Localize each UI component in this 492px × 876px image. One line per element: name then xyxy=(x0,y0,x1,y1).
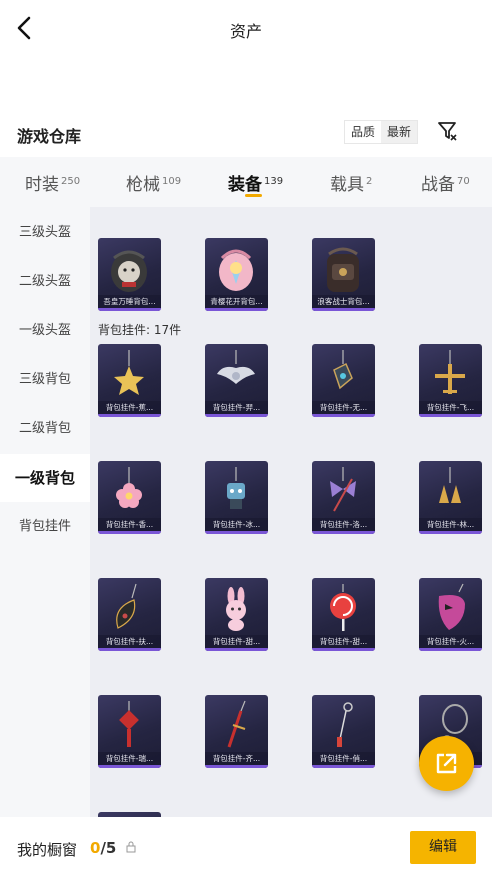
pendant-card[interactable]: 背包挂件-林... xyxy=(419,461,482,534)
tab-supplies[interactable]: 战备 70 xyxy=(421,170,470,195)
item-label: 背包挂件-齐... xyxy=(205,752,268,765)
filter-icon xyxy=(438,122,457,141)
item-label: 背包挂件-冰... xyxy=(205,518,268,531)
pendant-card[interactable]: 背包挂件-瑞... xyxy=(98,695,161,768)
tab-label: 装备 xyxy=(228,175,262,195)
pendant-card[interactable]: 背包挂件-羿... xyxy=(205,344,268,417)
bunny-pendant-icon xyxy=(205,578,268,636)
pendant-card[interactable]: 背包挂件-香... xyxy=(98,461,161,534)
sakura-backpack-icon xyxy=(205,238,268,296)
tab-count: 2 xyxy=(366,176,373,187)
sidebar-item-pendants[interactable]: 背包挂件 xyxy=(0,503,90,551)
tassel-pendant-icon xyxy=(312,695,375,753)
sidebar-item-backpack-1[interactable]: 一级背包 xyxy=(0,454,90,502)
pendant-card[interactable]: 背包挂件-蕉... xyxy=(98,344,161,417)
page-title: 资产 xyxy=(229,22,262,41)
sidebar: 三级头盔 二级头盔 一级头盔 三级背包 二级背包 一级背包 背包挂件 xyxy=(0,207,90,817)
backpack-card[interactable]: 浪客战士背包... xyxy=(312,238,375,311)
item-label: 背包挂件-林... xyxy=(419,518,482,531)
external-link-icon xyxy=(436,753,457,774)
item-label: 背包挂件-火... xyxy=(419,635,482,648)
pendant-card[interactable]: 背包挂件-火... xyxy=(419,578,482,651)
tab-count: 250 xyxy=(61,176,81,187)
category-tabs: 时装 250 枪械 109 装备 139 载具 2 战备 70 xyxy=(0,157,492,207)
tab-label: 时装 xyxy=(25,175,59,195)
item-label: 背包挂件-甜... xyxy=(312,635,375,648)
item-label: 背包挂件-洛... xyxy=(312,518,375,531)
warehouse-title: 游戏仓库 xyxy=(17,127,82,146)
lock-icon xyxy=(126,841,136,853)
tab-weapons[interactable]: 枪械 109 xyxy=(126,170,181,195)
bottom-bar: 我的橱窗 0/5 编辑 xyxy=(0,817,492,876)
pendant-card[interactable]: 背包挂件-飞... xyxy=(419,344,482,417)
tab-count: 70 xyxy=(457,176,470,187)
flower-pendant-icon xyxy=(98,461,161,519)
tab-vehicles[interactable]: 载具 2 xyxy=(330,170,372,195)
bow-pendant-icon xyxy=(312,461,375,519)
tab-fashion[interactable]: 时装 250 xyxy=(25,170,80,195)
item-grid: 背包挂件: 17件 吾皇万睡背包... 青樱花开背包... 浪客战士背包... 背包挂… xyxy=(90,207,492,817)
pendant-card[interactable]: 背包挂件-洛... xyxy=(312,461,375,534)
tab-count: 109 xyxy=(162,176,182,187)
share-fab[interactable] xyxy=(419,736,474,791)
sidebar-item-backpack-2[interactable]: 二级背包 xyxy=(0,405,90,453)
cat-backpack-icon xyxy=(98,238,161,296)
sidebar-item-backpack-3[interactable]: 三级背包 xyxy=(0,356,90,404)
assets-page: 资产 游戏仓库 品质 最新 时装 250 枪械 109 装备 139 载具 2 战备 70… xyxy=(0,0,492,876)
backpack-card[interactable]: 吾皇万睡背包... xyxy=(98,238,161,311)
sidebar-item-helmet-3[interactable]: 三级头盔 xyxy=(0,209,90,257)
active-tab-indicator xyxy=(245,194,262,197)
item-label: 背包挂件-瑞... xyxy=(98,752,161,765)
leaf-pendant-icon xyxy=(98,578,161,636)
item-label: 背包挂件-甜... xyxy=(205,635,268,648)
sort-newest-button[interactable]: 最新 xyxy=(381,121,418,143)
pendant-card[interactable]: 背包挂件-齐... xyxy=(205,695,268,768)
tab-count: 139 xyxy=(264,176,284,187)
tab-equipment[interactable]: 装备 139 xyxy=(228,170,283,195)
tab-label: 载具 xyxy=(330,175,364,195)
filter-button[interactable] xyxy=(437,120,459,142)
lollipop-pendant-icon xyxy=(312,578,375,636)
showcase-label: 我的橱窗 xyxy=(17,841,78,859)
showcase-count: 0/5 xyxy=(90,839,116,857)
top-bar: 资产 xyxy=(0,0,492,58)
pendant-card[interactable]: 背包挂件-扶... xyxy=(98,578,161,651)
item-label: 背包挂件-无... xyxy=(312,401,375,414)
tab-label: 枪械 xyxy=(126,175,160,195)
wing-pendant-icon xyxy=(205,344,268,402)
star-pendant-icon xyxy=(98,344,161,402)
sort-quality-button[interactable]: 品质 xyxy=(345,121,381,143)
edit-button[interactable]: 编辑 xyxy=(410,831,476,864)
sidebar-item-helmet-1[interactable]: 一级头盔 xyxy=(0,307,90,355)
item-label: 背包挂件-飞... xyxy=(419,401,482,414)
bell-pendant-icon xyxy=(419,461,482,519)
showcase-total: /5 xyxy=(100,839,117,857)
item-label: 浪客战士背包... xyxy=(312,295,375,308)
item-label: 背包挂件-俏... xyxy=(312,752,375,765)
pendant-card[interactable]: 背包挂件-俏... xyxy=(312,695,375,768)
pendant-card[interactable]: 背包挂件-甜... xyxy=(312,578,375,651)
item-label: 青樱花开背包... xyxy=(205,295,268,308)
knot-pendant-icon xyxy=(98,695,161,753)
tab-label: 战备 xyxy=(421,175,455,195)
plane-pendant-icon xyxy=(419,344,482,402)
showcase-current: 0 xyxy=(90,839,101,857)
sword-pendant-icon xyxy=(205,695,268,753)
item-label: 背包挂件-香... xyxy=(98,518,161,531)
backpack-card[interactable]: 青樱花开背包... xyxy=(205,238,268,311)
mask-pendant-icon xyxy=(419,578,482,636)
item-label: 背包挂件-蕉... xyxy=(98,401,161,414)
robot-pendant-icon xyxy=(205,461,268,519)
lantern-pendant-icon xyxy=(312,344,375,402)
item-label: 背包挂件-扶... xyxy=(98,635,161,648)
item-label: 吾皇万睡背包... xyxy=(98,295,161,308)
pendant-card[interactable]: 背包挂件-甜... xyxy=(205,578,268,651)
pendant-card[interactable]: 背包挂件-无... xyxy=(312,344,375,417)
sidebar-item-helmet-2[interactable]: 二级头盔 xyxy=(0,258,90,306)
sort-toggle: 品质 最新 xyxy=(344,120,419,144)
pendants-group-title: 背包挂件: 17件 xyxy=(98,323,182,337)
ronin-backpack-icon xyxy=(312,238,375,296)
item-label: 背包挂件-羿... xyxy=(205,401,268,414)
pendant-card[interactable]: 背包挂件-冰... xyxy=(205,461,268,534)
